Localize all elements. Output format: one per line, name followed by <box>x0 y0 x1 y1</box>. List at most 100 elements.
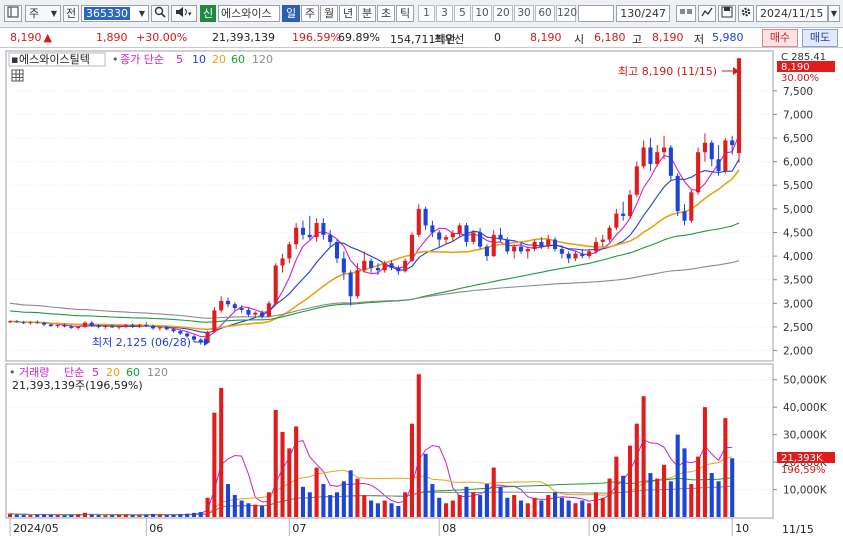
volume-tick-label: 40,000K <box>783 402 828 414</box>
volume-bar <box>430 484 435 517</box>
candle-body <box>321 223 326 235</box>
volume-bar <box>151 513 156 517</box>
tab-period-5[interactable]: 초 <box>377 5 395 22</box>
ma-period-20[interactable]: 20 <box>212 53 226 66</box>
volume-bar <box>716 481 721 517</box>
market-select[interactable]: 주 ▼ <box>25 5 61 22</box>
candle-body <box>518 246 524 252</box>
speaker-icon[interactable]: ▾ <box>171 5 197 22</box>
svg-text:▾: ▾ <box>188 10 192 18</box>
interval-button-30[interactable]: 30 <box>514 5 534 22</box>
gear-icon[interactable] <box>738 5 754 22</box>
volume-bar <box>82 512 87 517</box>
low-label: 저 <box>694 33 705 46</box>
chevron-down-icon[interactable]: ▼ <box>828 5 840 22</box>
interval-button-60[interactable]: 60 <box>535 5 555 22</box>
candle-body <box>580 253 585 257</box>
stock-chart[interactable]: 7,500 7,000 6,500 6,000 5,500 5,000 4,500 4,000… <box>0 48 843 542</box>
volume-bar <box>171 514 176 517</box>
stock-title: 에스와이스틸텍 <box>19 53 90 66</box>
interval-button-5[interactable]: 5 <box>454 5 471 22</box>
interval-input[interactable] <box>578 5 614 22</box>
candle-body <box>478 232 483 247</box>
interval-button-120[interactable]: 120 <box>556 5 577 22</box>
tab-period-3[interactable]: 년 <box>339 5 357 22</box>
candle-body <box>512 246 517 252</box>
ma-period-120[interactable]: 120 <box>252 53 273 66</box>
volume-bar <box>627 445 633 517</box>
tab-period-2[interactable]: 월 <box>320 5 338 22</box>
volume-ma-period-60[interactable]: 60 <box>126 366 140 379</box>
search-icon[interactable] <box>151 5 169 22</box>
interval-button-1[interactable]: 1 <box>418 5 435 22</box>
candle-body <box>491 234 496 257</box>
tab-period-6[interactable]: 틱 <box>396 5 414 22</box>
x-tick-label: 06 <box>149 522 163 535</box>
buy-button[interactable]: 매수 <box>762 29 798 47</box>
count-field[interactable]: 130/247 <box>616 5 670 22</box>
volume-bar <box>648 473 653 517</box>
tab-period-4[interactable]: 분 <box>358 5 376 22</box>
scope-button[interactable]: 전 <box>63 5 79 22</box>
interval-button-20[interactable]: 20 <box>493 5 513 22</box>
candle-body <box>151 325 156 329</box>
ma-period-60[interactable]: 60 <box>231 53 245 66</box>
candle-body <box>14 321 19 323</box>
current-price-label: 8,190 <box>781 62 810 73</box>
menu-dots-icon[interactable]: ▪ <box>11 53 18 66</box>
code-input[interactable]: 365330 ▼ <box>81 5 149 22</box>
x-axis-last-label: 11/15 <box>782 523 814 536</box>
volume-bar <box>96 515 101 517</box>
candle-body <box>164 327 169 330</box>
volume-bar <box>382 500 387 517</box>
price-tick-label: 4,000 <box>783 251 813 263</box>
candle-body <box>723 140 728 172</box>
candle-body <box>709 142 714 160</box>
volume-bar <box>443 503 449 517</box>
volume-ma-period-20[interactable]: 20 <box>106 366 120 379</box>
candle-body <box>634 166 639 195</box>
candle-body <box>76 326 81 328</box>
layout-icon[interactable] <box>4 5 22 22</box>
volume-bar <box>702 407 707 517</box>
ma-label: 종가 단순 <box>120 53 164 66</box>
candle-body <box>546 239 551 247</box>
current-volume-pct: 196,59% <box>781 465 826 476</box>
volume-tick-label: 50,000K <box>783 375 828 387</box>
candle-body <box>212 310 217 332</box>
candle-body <box>362 260 367 271</box>
candle-body <box>457 225 462 234</box>
ma-period-10[interactable]: 10 <box>192 53 206 66</box>
date-field[interactable]: 2024/11/15 <box>756 5 828 22</box>
open-value: 6,180 <box>594 31 626 44</box>
volume-bar <box>280 431 285 517</box>
stock-name-field[interactable]: 에스와이스 <box>218 5 280 22</box>
volume-ma-period-5[interactable]: 5 <box>92 366 99 379</box>
volume-bar <box>600 497 605 517</box>
interval-button-10[interactable]: 10 <box>472 5 492 22</box>
candle-body <box>130 325 135 327</box>
volume-ma-period-120[interactable]: 120 <box>147 366 168 379</box>
candle-body <box>423 208 428 226</box>
draw-tool-icon[interactable] <box>698 5 716 22</box>
save-icon[interactable] <box>718 5 736 22</box>
tab-period-0[interactable]: 일 <box>282 5 300 22</box>
volume-bar <box>450 500 455 517</box>
candle-body <box>273 265 278 304</box>
price-tick-label: 2,500 <box>783 322 813 334</box>
candle-body <box>389 263 394 268</box>
volume-bar <box>696 456 701 517</box>
ma-period-5[interactable]: 5 <box>176 53 183 66</box>
sell-button[interactable]: 매도 <box>802 29 838 47</box>
volume-bar <box>164 515 169 517</box>
volume-bar <box>389 503 394 517</box>
tab-period-1[interactable]: 주 <box>301 5 319 22</box>
x-tick-label: 08 <box>442 522 456 535</box>
new-badge: 신 <box>200 5 216 22</box>
grid-icon[interactable] <box>11 69 24 82</box>
candle-body <box>648 147 653 164</box>
interval-button-3[interactable]: 3 <box>436 5 453 22</box>
volume-bar <box>709 473 714 517</box>
tools-icon[interactable] <box>676 5 696 22</box>
volume-bar <box>573 503 578 517</box>
